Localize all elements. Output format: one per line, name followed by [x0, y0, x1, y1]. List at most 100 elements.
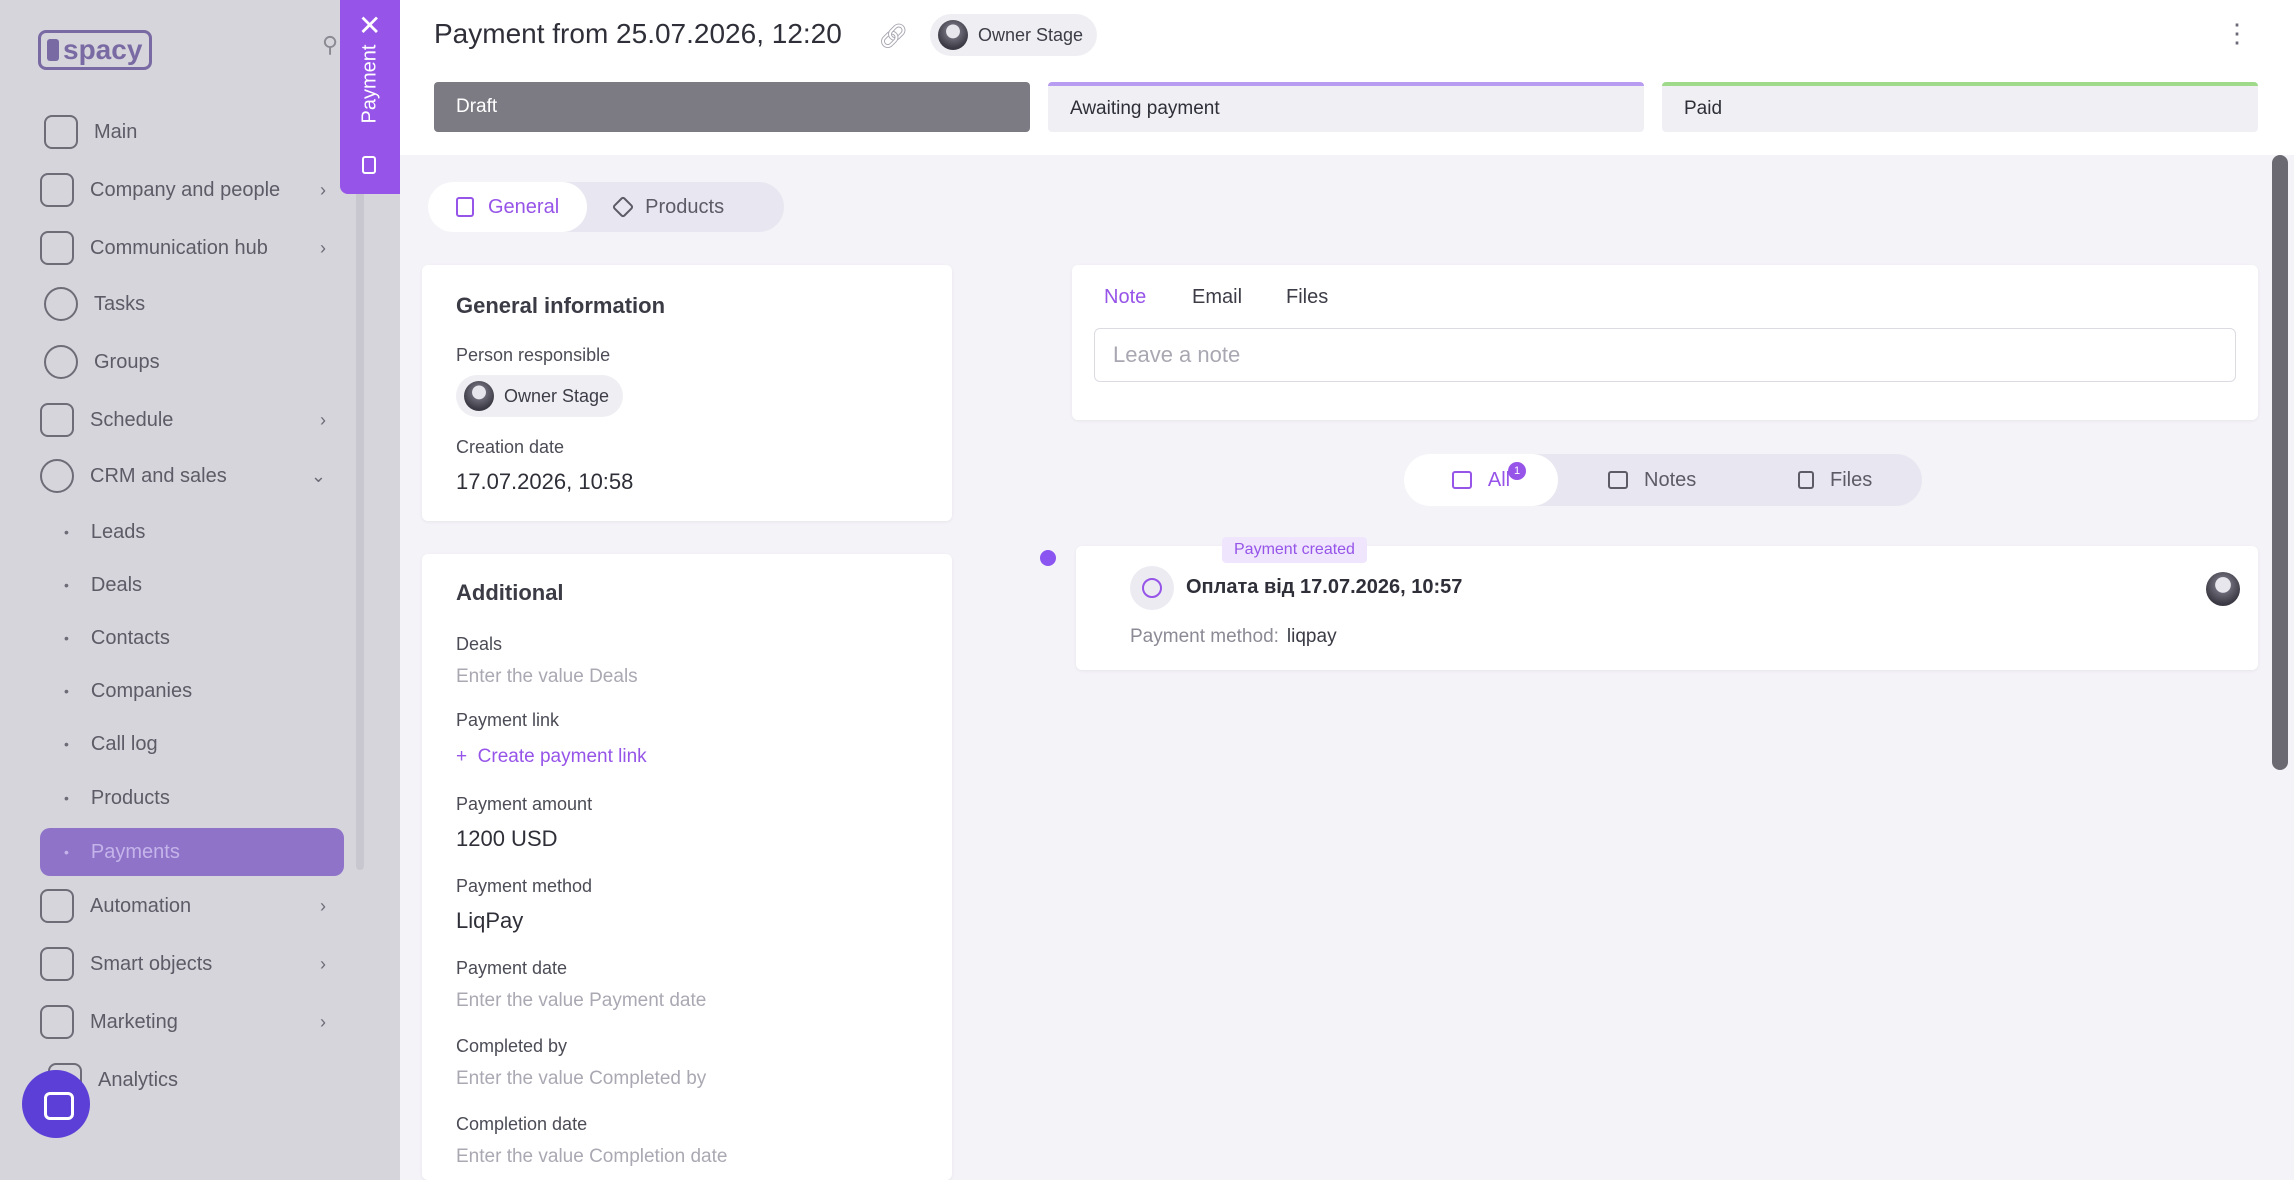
creation-date-value: 17.07.2026, 10:58	[456, 469, 634, 494]
more-menu-icon[interactable]: ⋮	[2224, 18, 2250, 49]
filter-label: All	[1487, 468, 1511, 491]
sidebar-item-groups[interactable]: Groups	[44, 340, 344, 384]
filter-all[interactable]: All 1	[1404, 454, 1558, 506]
tab-note[interactable]: Note	[1104, 286, 1146, 309]
section-heading: Additional	[456, 580, 564, 605]
building-icon	[40, 173, 74, 207]
timeline-event-card[interactable]	[1076, 546, 2258, 670]
sidebar-subitem-contacts[interactable]: Contacts	[64, 618, 170, 658]
chevron-right-icon: ›	[320, 896, 326, 916]
scan-icon	[40, 947, 74, 981]
create-link-label: Create payment link	[477, 746, 647, 767]
tab-files[interactable]: Files	[1286, 286, 1328, 309]
owner-chip[interactable]: Owner Stage	[930, 14, 1098, 56]
field-label: Completed by	[456, 1036, 568, 1056]
filter-notes[interactable]: Notes	[1608, 454, 1696, 506]
payment-side-tab[interactable]: ✕ Payment	[340, 0, 400, 194]
chat-edit-icon	[40, 231, 74, 265]
sidebar-item-communication[interactable]: Communication hub ›	[40, 226, 340, 270]
avatar	[464, 381, 494, 411]
sidebar-item-label: Automation	[90, 894, 192, 917]
filter-label: Notes	[1644, 468, 1697, 491]
sidebar-subitem-companies[interactable]: Companies	[64, 671, 192, 711]
sidebar-item-label: Tasks	[94, 292, 146, 315]
check-circle-icon	[44, 287, 78, 321]
timeline-dot	[1040, 550, 1056, 566]
field-label: Person responsible	[456, 345, 611, 365]
payment-date-field[interactable]: Enter the value Payment date	[456, 990, 706, 1012]
pin-icon[interactable]: ⚲	[322, 34, 338, 56]
activity-filter: All 1 Notes Files	[1404, 454, 1922, 506]
payment-amount-value[interactable]: 1200 USD	[456, 826, 558, 852]
sidebar-subitem-deals[interactable]: Deals	[64, 565, 142, 605]
box-icon	[611, 195, 635, 219]
create-payment-link-button[interactable]: + Create payment link	[456, 746, 647, 768]
sidebar-item-label: Analytics	[98, 1068, 179, 1091]
sidebar-item-main[interactable]: Main	[44, 110, 344, 154]
chevron-down-icon: ⌄	[310, 466, 326, 486]
sidebar-item-automation[interactable]: Automation ›	[40, 884, 340, 928]
sidebar-item-smart-objects[interactable]: Smart objects ›	[40, 942, 340, 986]
support-chat-button[interactable]	[22, 1070, 90, 1138]
chevron-right-icon: ›	[320, 238, 326, 258]
sidebar-item-crm[interactable]: CRM and sales ⌄	[40, 454, 340, 498]
uspacy-logo[interactable]: spacy	[38, 30, 152, 70]
close-icon[interactable]: ✕	[358, 12, 381, 40]
view-tabs: General Products	[428, 182, 784, 232]
sidebar-item-label: Marketing	[90, 1010, 178, 1033]
sidebar-item-schedule[interactable]: Schedule ›	[40, 398, 340, 442]
event-meta-label: Payment method:	[1130, 626, 1279, 647]
lightning-icon	[40, 889, 74, 923]
sidebar-subitem-leads[interactable]: Leads	[64, 512, 146, 552]
file-icon	[1798, 471, 1814, 489]
field-label: Payment method	[456, 876, 593, 896]
field-label: Payment amount	[456, 794, 593, 814]
sidebar-subitem-call-log[interactable]: Call log	[64, 724, 158, 764]
stage-paid[interactable]: Paid	[1662, 82, 2258, 132]
field-label: Deals	[456, 634, 503, 654]
link-icon[interactable]: 🔗︎	[878, 22, 908, 51]
document-icon	[362, 156, 376, 174]
tab-general[interactable]: General	[428, 182, 588, 232]
field-label: Completion date	[456, 1114, 588, 1134]
sidebar-item-label: Smart objects	[90, 952, 213, 975]
panel-scrollbar[interactable]	[2272, 155, 2288, 770]
sidebar-subitem-payments[interactable]: Payments	[40, 828, 344, 876]
note-input[interactable]: Leave a note	[1094, 328, 2236, 382]
sidebar-scrollbar[interactable]	[356, 120, 364, 870]
field-label: Creation date	[456, 437, 565, 457]
avatar[interactable]	[2206, 572, 2240, 606]
deals-field[interactable]: Enter the value Deals	[456, 666, 638, 688]
section-heading: General information	[456, 293, 666, 318]
payment-link-icon	[1130, 566, 1174, 610]
tab-products[interactable]: Products	[587, 182, 752, 232]
calendar-icon	[40, 403, 74, 437]
sidebar-item-tasks[interactable]: Tasks	[44, 282, 344, 326]
sidebar-item-label: CRM and sales	[90, 464, 227, 487]
payment-detail-panel: Payment from 25.07.2026, 12:20 🔗︎ Owner …	[400, 0, 2294, 1180]
header: Payment from 25.07.2026, 12:20 🔗︎ Owner …	[400, 0, 2294, 155]
sidebar-item-marketing[interactable]: Marketing ›	[40, 1000, 340, 1044]
general-info-card: General information Person responsible O…	[422, 265, 952, 521]
event-title[interactable]: Оплата від 17.07.2026, 10:57	[1186, 576, 1462, 599]
event-meta: Payment method: liqpay	[1130, 626, 1337, 648]
completion-date-field[interactable]: Enter the value Completion date	[456, 1146, 727, 1168]
payment-method-value[interactable]: LiqPay	[456, 908, 523, 934]
sidebar-item-company[interactable]: Company and people ›	[40, 168, 340, 212]
completed-by-field[interactable]: Enter the value Completed by	[456, 1068, 706, 1090]
stage-draft[interactable]: Draft	[434, 82, 1030, 132]
list-icon	[456, 197, 474, 217]
tab-label: General	[488, 195, 560, 218]
sidebar-item-analytics[interactable]: Analytics	[48, 1058, 348, 1102]
filter-files[interactable]: Files	[1798, 454, 1872, 506]
stage-awaiting-payment[interactable]: Awaiting payment	[1048, 82, 1644, 132]
field-label: Payment date	[456, 958, 568, 978]
chevron-right-icon: ›	[320, 180, 326, 200]
sidebar-subitem-products[interactable]: Products	[64, 778, 170, 818]
person-responsible-chip[interactable]: Owner Stage	[456, 375, 624, 417]
tab-email[interactable]: Email	[1192, 286, 1242, 309]
event-tag: Payment created	[1222, 537, 1367, 563]
tab-label: Products	[645, 195, 725, 218]
sidebar-item-label: Groups	[94, 350, 160, 373]
chevron-right-icon: ›	[320, 1012, 326, 1032]
